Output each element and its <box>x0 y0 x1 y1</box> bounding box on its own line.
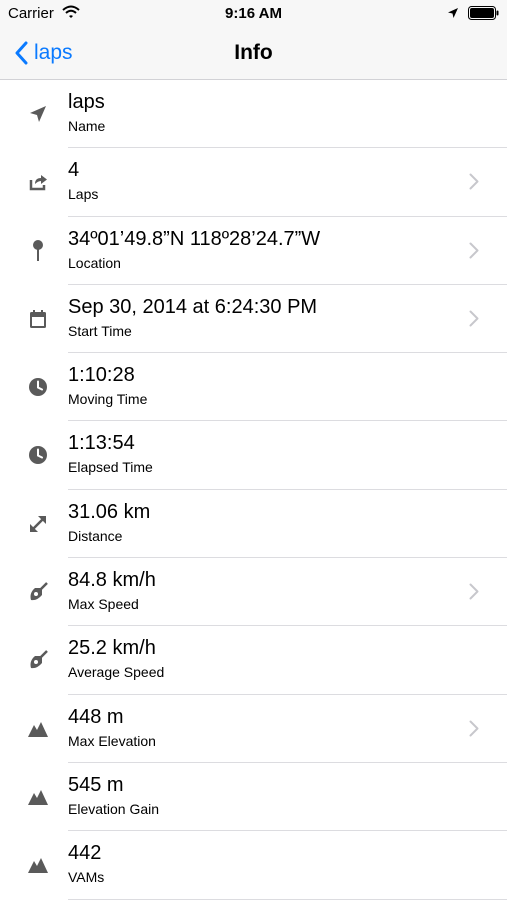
row-label: Name <box>68 118 106 134</box>
row-value: 31.06 km <box>68 500 151 523</box>
chevron-right-icon <box>469 310 479 332</box>
row-value: laps <box>68 91 105 113</box>
row-divider <box>68 898 507 900</box>
location-services-icon <box>447 6 459 24</box>
status-bar: Carrier 9:16 AM <box>0 0 507 28</box>
row-value: 84.8 km/h <box>68 569 156 592</box>
row-value: Sep 30, 2014 at 6:24:30 PM <box>68 295 318 318</box>
clock-icon <box>26 443 50 467</box>
speed-icon <box>26 648 50 672</box>
mountain-icon <box>26 853 50 877</box>
info-row-laps[interactable]: 4 Laps <box>0 148 507 217</box>
row-label: Moving Time <box>68 391 148 408</box>
info-row-name[interactable]: laps Name <box>0 80 507 149</box>
chevron-right-icon <box>469 242 479 264</box>
battery-icon <box>468 6 500 25</box>
repeat-share-icon <box>26 170 50 194</box>
info-row-max-elevation[interactable]: 448 m Max Elevation <box>0 695 507 763</box>
mountain-icon <box>26 717 50 741</box>
row-value: 545 m <box>68 773 124 796</box>
pin-icon <box>26 239 50 263</box>
distance-arrows-icon <box>26 512 50 536</box>
row-value: 25.2 km/h <box>68 637 156 660</box>
row-value: 1:10:28 <box>68 364 135 387</box>
calendar-icon <box>26 307 50 331</box>
info-row-max-speed[interactable]: 84.8 km/h Max Speed <box>0 558 507 627</box>
chevron-right-icon <box>469 720 479 742</box>
row-label: Start Time <box>68 322 132 339</box>
chevron-right-icon <box>469 583 479 605</box>
info-row-average-speed[interactable]: 25.2 km/h Average Speed <box>0 626 507 695</box>
status-time: 9:16 AM <box>225 5 282 22</box>
info-row-distance[interactable]: 31.06 km Distance <box>0 490 507 559</box>
row-label: Location <box>68 254 121 271</box>
mountain-icon <box>26 785 50 809</box>
speed-icon <box>26 580 50 604</box>
row-value: 4 <box>68 159 80 182</box>
row-label: VAMs <box>68 869 105 886</box>
row-label: Max Elevation <box>68 732 156 749</box>
row-label: Elevation Gain <box>68 800 160 817</box>
row-label: Distance <box>68 527 123 544</box>
clock-icon <box>26 375 50 399</box>
info-row-start-time[interactable]: Sep 30, 2014 at 6:24:30 PM Start Time <box>0 285 507 354</box>
row-label: Average Speed <box>68 664 165 681</box>
row-label: Elapsed Time <box>68 459 153 476</box>
info-row-elevation-gain[interactable]: 545 m Elevation Gain <box>0 763 507 832</box>
info-row-moving-time[interactable]: 1:10:28 Moving Time <box>0 353 507 422</box>
row-value: 442 <box>68 842 102 865</box>
info-list: laps Name 4 Laps 34º01’49.8”N 118º28’24.… <box>0 80 507 900</box>
chevron-right-icon <box>469 173 479 195</box>
row-value: 34º01’49.8”N 118º28’24.7”W <box>68 227 321 250</box>
row-label: Max Speed <box>68 596 139 613</box>
row-value: 448 m <box>68 705 124 728</box>
row-value: 1:13:54 <box>68 432 135 455</box>
page-title: Info <box>234 41 273 64</box>
location-arrow-icon <box>26 102 50 126</box>
navigation-bar: laps Info <box>0 28 507 80</box>
info-row-vams[interactable]: 442 VAMs <box>0 831 507 900</box>
row-label: Laps <box>68 186 99 203</box>
info-row-elapsed-time[interactable]: 1:13:54 Elapsed Time <box>0 421 507 490</box>
info-row-location[interactable]: 34º01’49.8”N 118º28’24.7”W Location <box>0 217 507 285</box>
